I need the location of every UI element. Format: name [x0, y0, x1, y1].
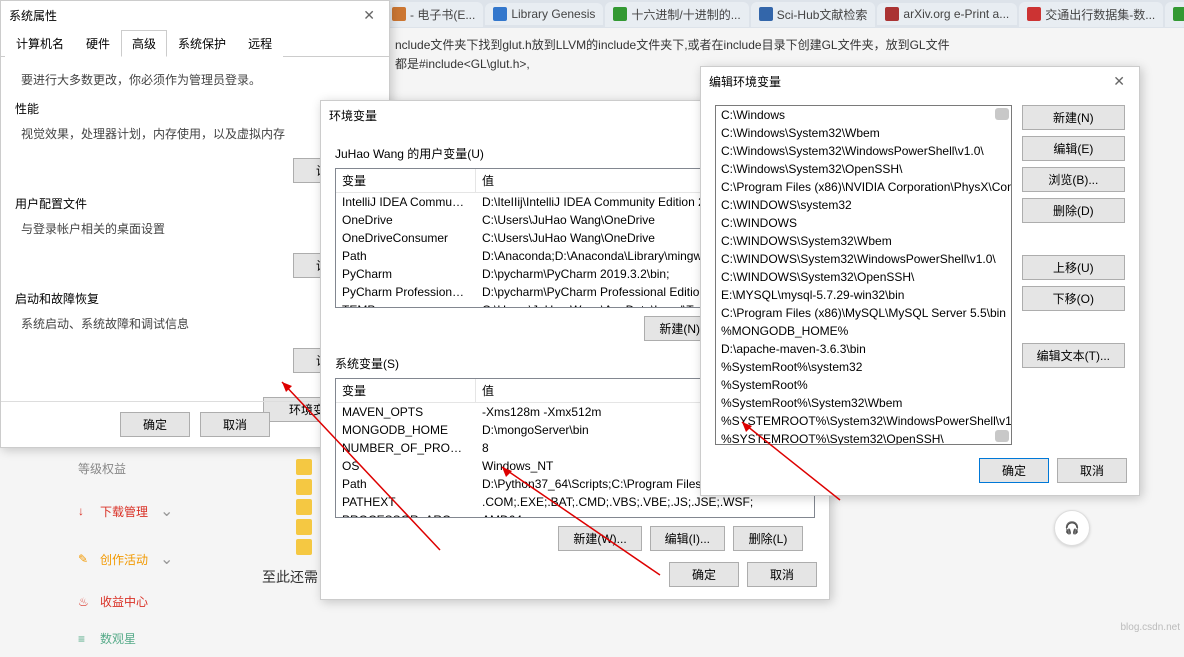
file-icons	[296, 455, 320, 559]
folder-icon	[296, 519, 312, 535]
tab-remote[interactable]: 远程	[237, 30, 283, 57]
path-item[interactable]: %SystemRoot%	[716, 376, 1011, 394]
browser-tabs-bar: - 电子书(E... Library Genesis 十六进制/十进制的... …	[380, 0, 1184, 28]
support-icon[interactable]: 🎧	[1054, 510, 1090, 546]
table-row[interactable]: PROCESSOR_ARCHITECTU...AMD64	[336, 511, 814, 518]
button-column: 新建(N) 编辑(E) 浏览(B)... 删除(D) 上移(U) 下移(O) 编…	[1012, 105, 1125, 445]
fire-icon: ♨	[78, 595, 92, 609]
folder-icon	[296, 539, 312, 555]
dialog-titlebar: 编辑环境变量 ✕	[701, 67, 1139, 95]
background-text: 至此还需	[262, 567, 318, 587]
path-list[interactable]: C:\WindowsC:\Windows\System32\WbemC:\Win…	[715, 105, 1012, 445]
path-item[interactable]: C:\Windows\System32\OpenSSH\	[716, 160, 1011, 178]
edit-button[interactable]: 编辑(E)	[1022, 136, 1125, 161]
tab-hardware[interactable]: 硬件	[75, 30, 121, 57]
system-edit-button[interactable]: 编辑(I)...	[650, 526, 725, 551]
browser-tab[interactable]: 交通出行数据集-数...	[1019, 2, 1163, 27]
browser-tab[interactable]: Library Genesis	[485, 3, 603, 25]
tab-strip: 计算机名 硬件 高级 系统保护 远程	[1, 29, 389, 57]
cancel-button[interactable]: 取消	[747, 562, 817, 587]
path-item[interactable]: %SYSTEMROOT%\System32\WindowsPowerShell\…	[716, 412, 1011, 430]
dialog-titlebar: 系统属性 ✕	[1, 1, 389, 29]
sidebar-item-create[interactable]: ✎创作活动⌄	[74, 535, 194, 583]
ok-button[interactable]: 确定	[669, 562, 739, 587]
system-delete-button[interactable]: 删除(L)	[733, 526, 803, 551]
folder-icon	[296, 479, 312, 495]
download-icon: ↓	[78, 504, 92, 518]
new-button[interactable]: 新建(N)	[1022, 105, 1125, 130]
path-item[interactable]: %SystemRoot%\system32	[716, 358, 1011, 376]
edit-env-variable-dialog: 编辑环境变量 ✕ C:\WindowsC:\Windows\System32\W…	[700, 66, 1140, 496]
sidebar-nav: 等级权益 ↓下载管理⌄ ✎创作活动⌄ ♨收益中心 ≡数观星	[74, 450, 194, 657]
watermark: blog.csdn.net	[1121, 622, 1181, 633]
close-icon[interactable]: ✕	[1107, 71, 1131, 92]
path-item[interactable]: C:\Windows\System32\Wbem	[716, 124, 1011, 142]
folder-icon	[296, 459, 312, 475]
browser-tab[interactable]: Sci-Hub文献检索	[751, 2, 876, 27]
path-item[interactable]: C:\WINDOWS\system32	[716, 196, 1011, 214]
path-item[interactable]: C:\Windows\System32\WindowsPowerShell\v1…	[716, 142, 1011, 160]
path-item[interactable]: C:\WINDOWS	[716, 214, 1011, 232]
sidebar-item-download[interactable]: ↓下载管理⌄	[74, 487, 194, 535]
path-item[interactable]: %MONGODB_HOME%	[716, 322, 1011, 340]
compose-icon: ✎	[78, 552, 92, 566]
chevron-down-icon: ⌄	[156, 497, 177, 525]
edit-text-button[interactable]: 编辑文本(T)...	[1022, 343, 1125, 368]
move-down-button[interactable]: 下移(O)	[1022, 286, 1125, 311]
sidebar-item-level[interactable]: 等级权益	[74, 450, 194, 487]
tab-system-protection[interactable]: 系统保护	[167, 30, 237, 57]
browse-button[interactable]: 浏览(B)...	[1022, 167, 1125, 192]
delete-button[interactable]: 删除(D)	[1022, 198, 1125, 223]
path-item[interactable]: C:\WINDOWS\System32\OpenSSH\	[716, 268, 1011, 286]
path-item[interactable]: C:\Program Files (x86)\NVIDIA Corporatio…	[716, 178, 1011, 196]
system-new-button[interactable]: 新建(W)...	[558, 526, 641, 551]
chart-icon: ≡	[78, 632, 92, 646]
browser-tab[interactable]: 其他书	[1165, 2, 1184, 27]
dialog-title: 环境变量	[329, 107, 377, 124]
path-item[interactable]: E:\MYSQL\mysql-5.7.29-win32\bin	[716, 286, 1011, 304]
cancel-button[interactable]: 取消	[1057, 458, 1127, 483]
sidebar-item-earnings[interactable]: ♨收益中心	[74, 583, 194, 620]
path-item[interactable]: C:\WINDOWS\System32\Wbem	[716, 232, 1011, 250]
cancel-button[interactable]: 取消	[200, 412, 270, 437]
dialog-title: 编辑环境变量	[709, 73, 781, 90]
path-item[interactable]: C:\Program Files (x86)\MySQL\MySQL Serve…	[716, 304, 1011, 322]
move-up-button[interactable]: 上移(U)	[1022, 255, 1125, 280]
chevron-down-icon: ⌄	[156, 545, 177, 573]
path-item[interactable]: C:\WINDOWS\System32\WindowsPowerShell\v1…	[716, 250, 1011, 268]
folder-icon	[296, 499, 312, 515]
column-variable[interactable]: 变量	[336, 379, 476, 402]
admin-note: 要进行大多数更改，你必须作为管理员登录。	[15, 67, 375, 96]
scroll-up-icon[interactable]	[995, 108, 1009, 120]
browser-tab[interactable]: - 电子书(E...	[384, 2, 483, 27]
path-item[interactable]: %SystemRoot%\System32\Wbem	[716, 394, 1011, 412]
sidebar-item-data[interactable]: ≡数观星	[74, 620, 194, 657]
ok-button[interactable]: 确定	[120, 412, 190, 437]
close-icon[interactable]: ✕	[357, 5, 381, 26]
scroll-down-icon[interactable]	[995, 430, 1009, 442]
column-variable[interactable]: 变量	[336, 169, 476, 192]
tab-advanced[interactable]: 高级	[121, 30, 167, 57]
ok-button[interactable]: 确定	[979, 458, 1049, 483]
dialog-title: 系统属性	[9, 7, 57, 24]
tab-computer-name[interactable]: 计算机名	[5, 30, 75, 57]
browser-tab[interactable]: arXiv.org e-Print a...	[877, 3, 1017, 25]
path-item[interactable]: C:\Windows	[716, 106, 1011, 124]
path-item[interactable]: %SYSTEMROOT%\System32\OpenSSH\	[716, 430, 1011, 445]
browser-tab[interactable]: 十六进制/十进制的...	[605, 2, 748, 27]
path-item[interactable]: D:\apache-maven-3.6.3\bin	[716, 340, 1011, 358]
